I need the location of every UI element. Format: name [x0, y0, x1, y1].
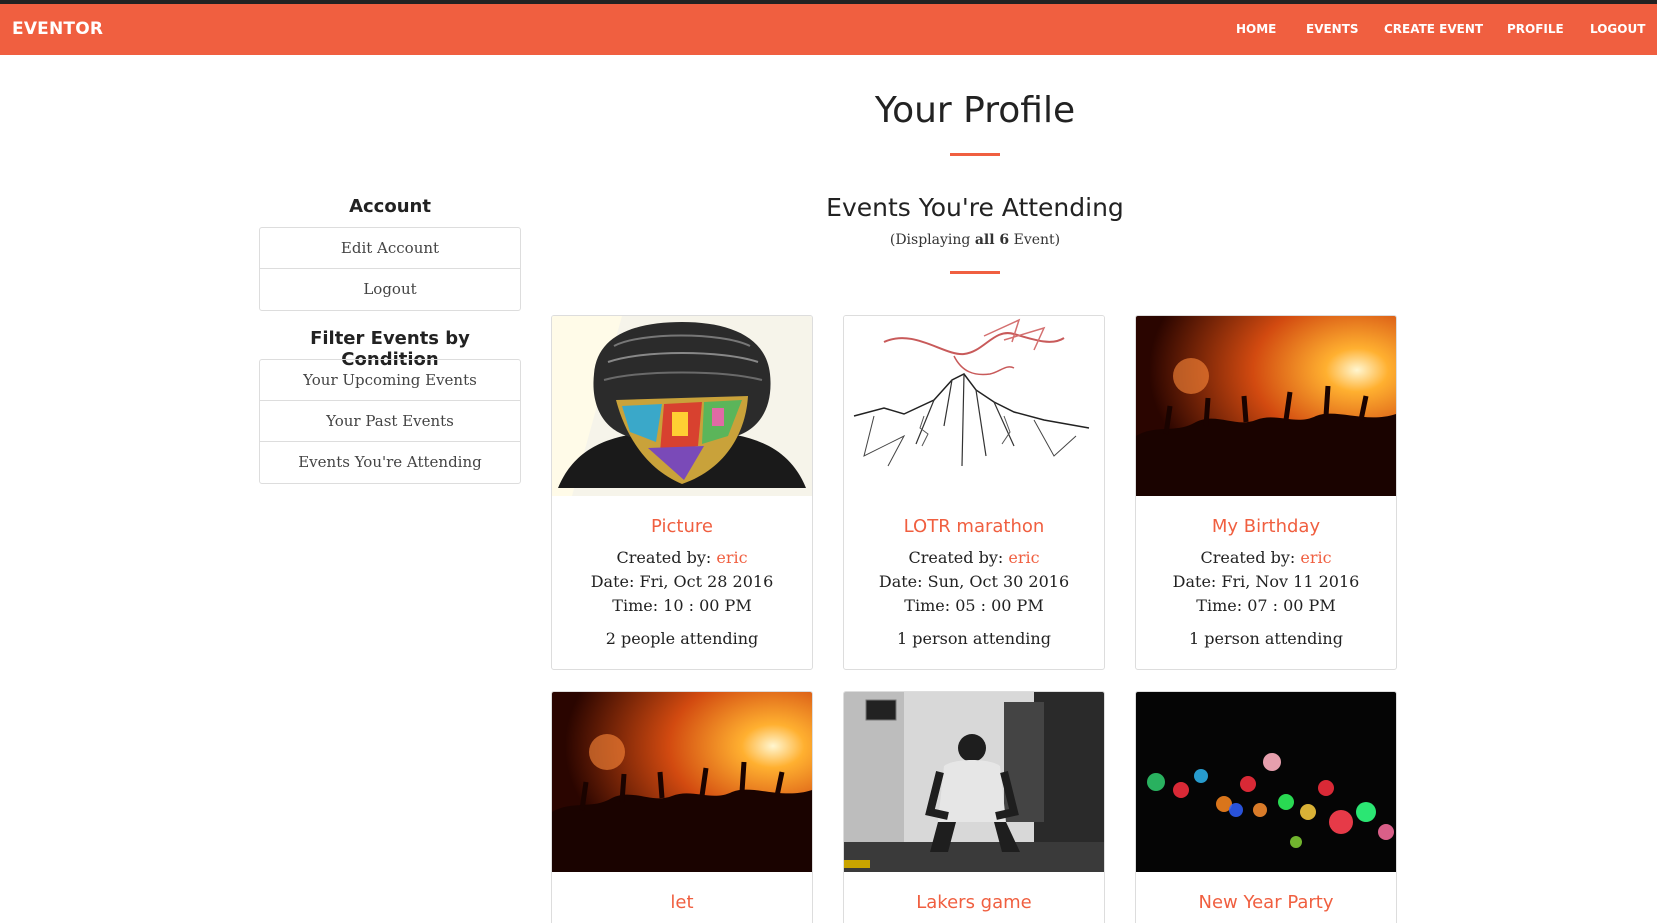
event-date: Date: Sun, Oct 30 2016 [878, 572, 1070, 591]
display-count: (Displaying all 6 Event) [0, 232, 1657, 248]
event-card[interactable]: LOTR marathon Created by: eric Date: Sun… [843, 315, 1105, 670]
created-label: Created by: [616, 548, 712, 567]
event-time: Time: 07 : 00 PM [1196, 596, 1336, 615]
event-creator: Created by: eric [552, 548, 812, 567]
event-title[interactable]: LOTR marathon [844, 516, 1104, 537]
event-author-link[interactable]: eric [716, 548, 747, 567]
page-title: Your Profile [874, 90, 1076, 131]
top-navbar: EVENTOR HOME EVENTS CREATE EVENT PROFILE… [0, 4, 1657, 55]
created-label: Created by: [1200, 548, 1296, 567]
event-date: Date: Fri, Nov 11 2016 [1172, 572, 1360, 591]
event-card[interactable]: let [551, 691, 813, 923]
event-image[interactable] [1136, 692, 1396, 872]
filter-menu: Your Upcoming Events Your Past Events Ev… [259, 359, 521, 484]
nav-logout[interactable]: LOGOUT [1590, 22, 1645, 36]
event-title[interactable]: Picture [552, 516, 812, 537]
logout-link[interactable]: Logout [260, 269, 520, 310]
event-attending: 1 person attending [1189, 629, 1343, 648]
section-title: Events You're Attending [826, 193, 1124, 222]
event-card[interactable]: My Birthday Created by: eric Date: Fri, … [1135, 315, 1397, 670]
event-date: Date: Fri, Oct 28 2016 [590, 572, 774, 591]
event-image[interactable] [844, 692, 1104, 872]
brand-logo[interactable]: EVENTOR [12, 19, 103, 39]
event-title[interactable]: New Year Party [1136, 892, 1396, 913]
event-image[interactable] [552, 692, 812, 872]
display-prefix: (Displaying [889, 232, 971, 248]
event-attending: 2 people attending [605, 629, 759, 648]
event-title[interactable]: My Birthday [1136, 516, 1396, 537]
event-attending: 1 person attending [897, 629, 1051, 648]
nav-profile[interactable]: PROFILE [1507, 22, 1564, 36]
filter-past-events[interactable]: Your Past Events [260, 401, 520, 442]
filter-upcoming-events[interactable]: Your Upcoming Events [260, 360, 520, 401]
event-author-link[interactable]: eric [1300, 548, 1331, 567]
nav-create-event[interactable]: CREATE EVENT [1384, 22, 1483, 36]
event-creator: Created by: eric [1136, 548, 1396, 567]
event-card[interactable]: Picture Created by: eric Date: Fri, Oct … [551, 315, 813, 670]
event-author-link[interactable]: eric [1008, 548, 1039, 567]
section-divider [950, 271, 1000, 274]
event-image[interactable] [1136, 316, 1396, 496]
display-count-value: all 6 [974, 232, 1010, 248]
event-card[interactable]: New Year Party [1135, 691, 1397, 923]
event-image[interactable] [552, 316, 812, 496]
event-time: Time: 10 : 00 PM [612, 596, 752, 615]
display-suffix: Event) [1013, 232, 1061, 248]
event-time: Time: 05 : 00 PM [904, 596, 1044, 615]
title-divider [950, 153, 1000, 156]
nav-home[interactable]: HOME [1236, 22, 1276, 36]
event-image[interactable] [844, 316, 1104, 496]
event-card[interactable]: Lakers game [843, 691, 1105, 923]
created-label: Created by: [908, 548, 1004, 567]
event-creator: Created by: eric [844, 548, 1104, 567]
filter-attending-events[interactable]: Events You're Attending [260, 442, 520, 483]
event-title[interactable]: Lakers game [844, 892, 1104, 913]
nav-events[interactable]: EVENTS [1306, 22, 1359, 36]
event-title[interactable]: let [552, 892, 812, 913]
